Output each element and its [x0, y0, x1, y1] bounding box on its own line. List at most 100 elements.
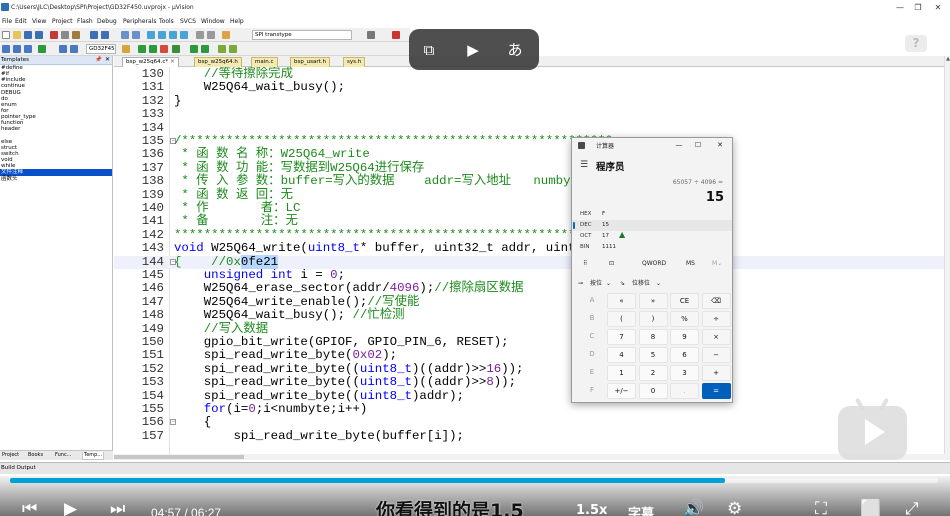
- restore-button[interactable]: ❐: [908, 2, 928, 14]
- key-clear-entry-button[interactable]: CE: [670, 293, 699, 309]
- menu-view[interactable]: View: [32, 18, 46, 25]
- key-3-button[interactable]: 3: [670, 365, 699, 381]
- indent-icon[interactable]: [196, 31, 204, 39]
- code-line[interactable]: 141 * 备 注：无: [114, 214, 950, 228]
- rte-icon[interactable]: [172, 45, 180, 53]
- code-line[interactable]: 132}: [114, 94, 950, 108]
- file-extensions-icon[interactable]: [149, 45, 157, 53]
- key-multiply-button[interactable]: ×: [701, 329, 731, 345]
- key-rotate-left-button[interactable]: «: [607, 293, 636, 309]
- menu-tools[interactable]: Tools: [159, 18, 174, 25]
- search-combo[interactable]: SPI transtype: [252, 30, 352, 40]
- download-icon[interactable]: [38, 45, 46, 53]
- picture-in-picture-icon[interactable]: ⧉: [418, 40, 440, 60]
- panel-close-icon[interactable]: ✕: [105, 56, 110, 63]
- open-folder-icon[interactable]: [13, 31, 21, 39]
- code-line[interactable]: 156− {: [114, 415, 950, 429]
- code-line[interactable]: 130 //等待擦除完成: [114, 67, 950, 81]
- radix-bin[interactable]: BIN 1111: [572, 242, 732, 253]
- menu-project[interactable]: Project: [52, 18, 73, 25]
- key-5-button[interactable]: 5: [638, 347, 668, 363]
- key-6-button[interactable]: 6: [670, 347, 699, 363]
- code-line[interactable]: 154 spi_read_write_byte((uint8_t)addr);: [114, 389, 950, 403]
- wide-screen-icon[interactable]: ⬜: [860, 500, 881, 516]
- nav-back-icon[interactable]: [121, 31, 129, 39]
- key-decimal-button[interactable]: .: [670, 383, 699, 399]
- save-all-icon[interactable]: [35, 31, 43, 39]
- menu-debug[interactable]: Debug: [97, 18, 117, 25]
- full-keypad-icon[interactable]: ⠿: [583, 257, 587, 270]
- debug-start-icon[interactable]: [392, 31, 400, 39]
- menu-flash[interactable]: Flash: [77, 18, 93, 25]
- file-tab-bsp-w25q64-c[interactable]: bsp_w25q64.c* ✕: [122, 57, 179, 67]
- prev-icon[interactable]: ⏮: [22, 500, 37, 516]
- component-icon[interactable]: [218, 45, 226, 53]
- progress-track[interactable]: [10, 478, 938, 483]
- redo-icon[interactable]: [101, 31, 109, 39]
- batch-build-icon[interactable]: [59, 45, 67, 53]
- code-line[interactable]: 153 spi_read_write_byte((uint8_t)((addr)…: [114, 375, 950, 389]
- fullscreen-icon[interactable]: ⤢: [905, 500, 919, 516]
- play-icon[interactable]: ▶: [64, 500, 77, 516]
- scroll-up-icon[interactable]: ▲: [945, 56, 950, 62]
- bitshift-dropdown[interactable]: 位移位: [632, 277, 650, 290]
- select-packs-icon[interactable]: [160, 45, 168, 53]
- menu-edit[interactable]: Edit: [15, 18, 27, 25]
- volume-icon[interactable]: 🔊: [683, 500, 704, 516]
- new-file-icon[interactable]: [2, 31, 10, 39]
- file-tab-main-c[interactable]: main.c: [251, 57, 278, 67]
- key-9-button[interactable]: 9: [670, 329, 699, 345]
- key-subtract-button[interactable]: −: [701, 347, 731, 363]
- radix-dec[interactable]: DEC 15: [572, 220, 732, 231]
- code-line[interactable]: 138 * 传 入 参 数：buffer=写入的数据 addr=写入地址 num…: [114, 174, 950, 188]
- find-icon[interactable]: [367, 31, 375, 39]
- calc-maximize-button[interactable]: ☐: [691, 140, 705, 151]
- code-editor[interactable]: 130 //等待擦除完成 131 W25Q64_wait_busy(); 132} 1…: [114, 67, 950, 460]
- code-line[interactable]: 155 for(i=0;i<numbyte;i++): [114, 402, 950, 416]
- key-close-paren-button[interactable]: ): [638, 311, 668, 327]
- scroll-thumb[interactable]: [114, 455, 244, 459]
- key-0-button[interactable]: 0: [638, 383, 668, 399]
- prev-bookmark-icon[interactable]: [158, 31, 166, 39]
- menu-window[interactable]: Window: [201, 18, 225, 25]
- horizontal-scrollbar[interactable]: [114, 454, 950, 460]
- template-item[interactable]: 函数头: [0, 176, 112, 182]
- cut-icon[interactable]: [50, 31, 58, 39]
- code-line[interactable]: 134: [114, 121, 950, 135]
- code-line[interactable]: 150 gpio_bit_write(GPIOF, GPIO_PIN_6, RE…: [114, 335, 950, 349]
- memory-store-button[interactable]: MS: [686, 257, 695, 270]
- vertical-scrollbar[interactable]: ▲: [944, 56, 950, 460]
- file-tab-bsp-w25q64-h[interactable]: bsp_w25q64.h: [194, 57, 242, 67]
- bookmark-icon[interactable]: [147, 31, 155, 39]
- next-icon[interactable]: ⏭: [110, 500, 125, 516]
- calc-close-button[interactable]: ✕: [713, 140, 727, 151]
- key-4-button[interactable]: 4: [607, 347, 636, 363]
- key-open-paren-button[interactable]: (: [607, 311, 636, 327]
- tab-books[interactable]: Books: [27, 452, 44, 459]
- bit-toggle-keypad-icon[interactable]: ⊡: [609, 257, 614, 270]
- key-8-button[interactable]: 8: [638, 329, 668, 345]
- memory-menu-button[interactable]: M⌄: [712, 257, 722, 270]
- unindent-icon[interactable]: [207, 31, 215, 39]
- screen-capture-icon[interactable]: ▶: [462, 40, 484, 60]
- key-add-button[interactable]: +: [701, 365, 731, 381]
- target-options-icon[interactable]: [122, 45, 130, 53]
- green-diamond-icon[interactable]: [190, 45, 198, 53]
- nav-forward-icon[interactable]: [132, 31, 140, 39]
- settings-icon[interactable]: ⚙: [727, 500, 742, 516]
- code-line[interactable]: 142 *************************************…: [114, 228, 950, 242]
- key-percent-button[interactable]: %: [670, 311, 699, 327]
- stop-build-icon[interactable]: [70, 45, 78, 53]
- wizard-icon[interactable]: [229, 45, 237, 53]
- calc-minimize-button[interactable]: —: [672, 140, 686, 151]
- find-in-files-icon[interactable]: [222, 31, 230, 39]
- menu-help[interactable]: Help: [230, 18, 244, 25]
- close-button[interactable]: ✕: [928, 2, 948, 14]
- key-divide-button[interactable]: ÷: [701, 311, 731, 327]
- code-line[interactable]: 146 W25Q64_erase_sector(addr/4096);//擦除扇…: [114, 281, 950, 295]
- save-icon[interactable]: [24, 31, 32, 39]
- word-size-button[interactable]: QWORD: [642, 257, 666, 270]
- key-equals-button[interactable]: =: [701, 383, 731, 399]
- paste-icon[interactable]: [72, 31, 80, 39]
- target-combo[interactable]: GD32F450: [86, 44, 116, 54]
